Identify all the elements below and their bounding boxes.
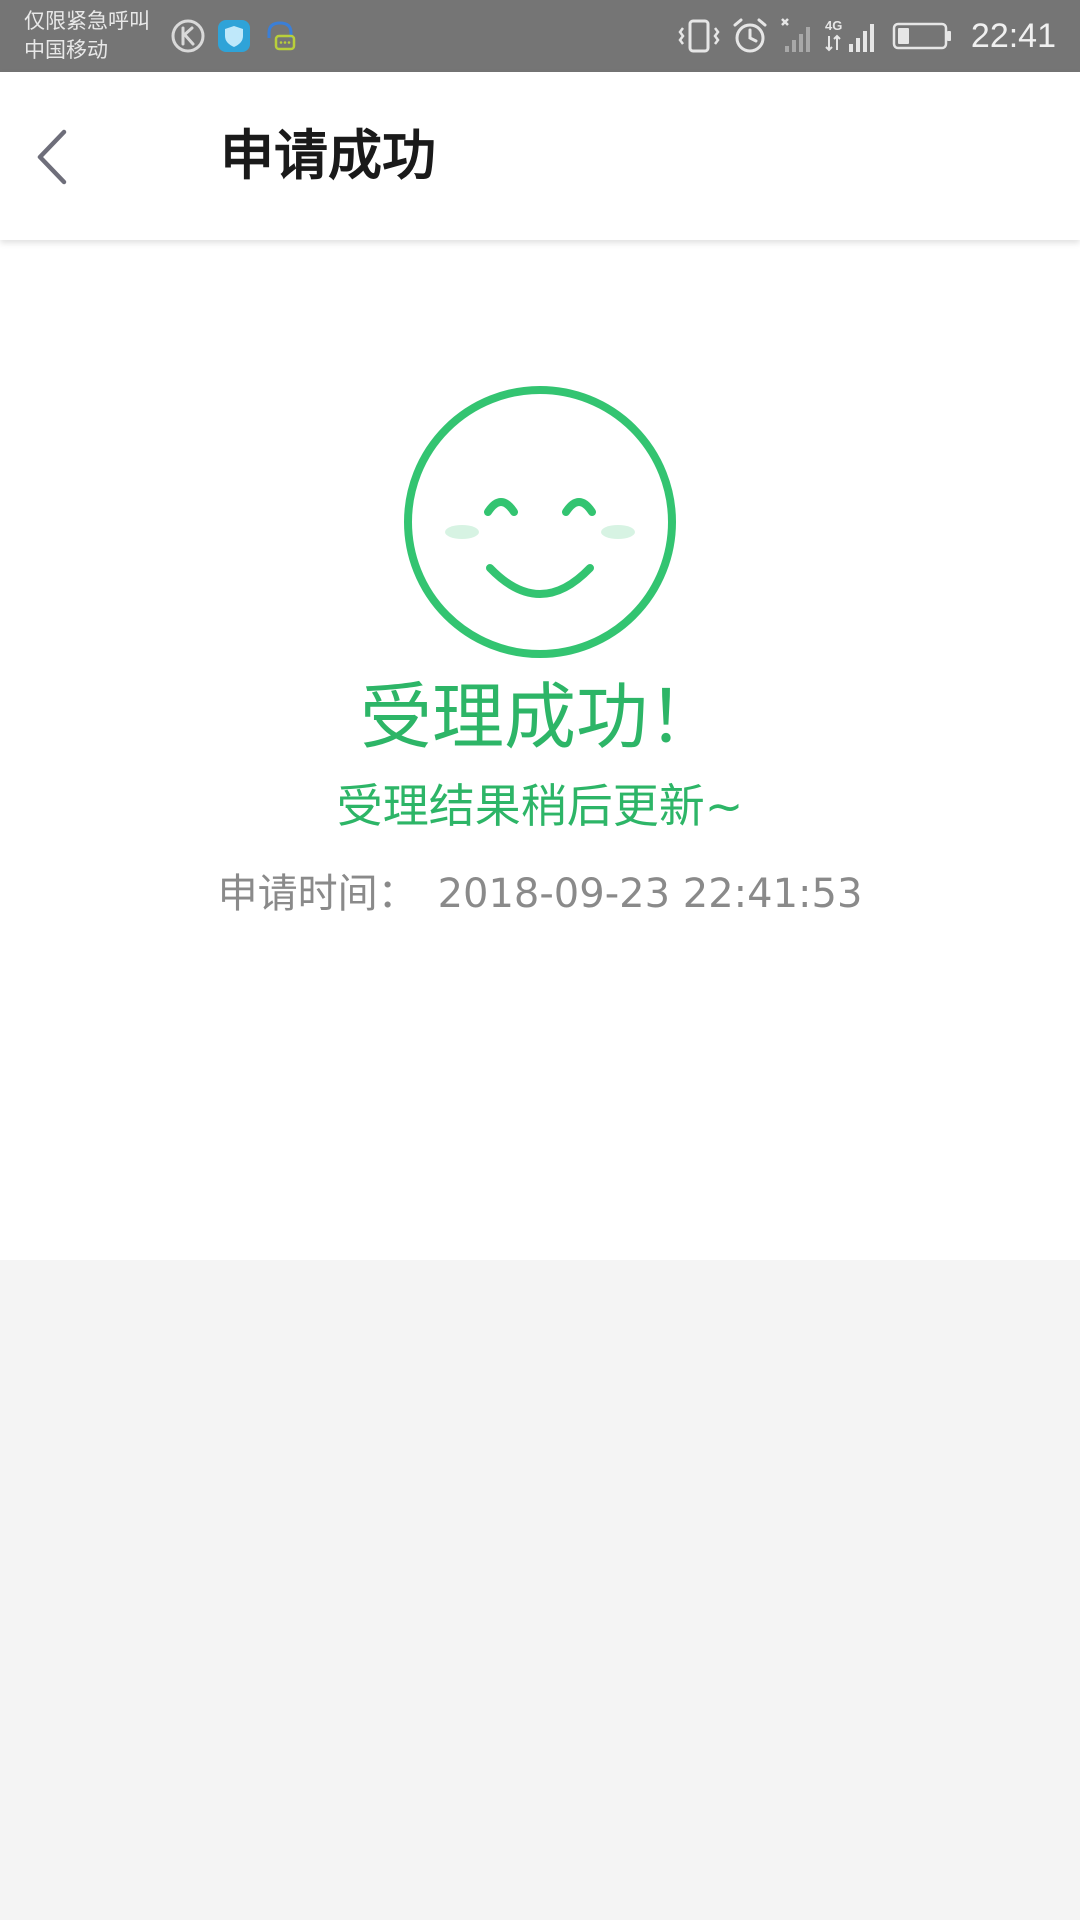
page-title: 申请成功 (220, 124, 436, 187)
smiley-face-icon (404, 386, 676, 658)
carrier-emergency-text: 仅限紧急呼叫 (24, 9, 150, 33)
back-button[interactable] (22, 122, 82, 192)
notification-icons (170, 16, 298, 56)
shield-app-icon (218, 20, 250, 52)
application-time-label: 申请时间： (217, 871, 418, 917)
k-circle-icon (171, 19, 205, 53)
application-time-value: 2018-09-23 22:41:53 (437, 871, 863, 917)
system-status-icons: 4G 22:41 (677, 0, 1056, 72)
headset-chat-icon (267, 21, 296, 51)
chevron-left-icon (37, 129, 67, 185)
success-title: 受理成功！ (359, 675, 720, 759)
battery-icon (892, 22, 951, 50)
4g-signal-icon: 4G (825, 18, 874, 52)
svg-text:4G: 4G (825, 18, 842, 33)
success-subtitle: 受理结果稍后更新~ (336, 779, 744, 833)
alarm-icon (733, 18, 767, 53)
application-time-row: 申请时间： 2018-09-23 22:41:53 (0, 866, 1080, 922)
carrier-info: 仅限紧急呼叫 中国移动 (24, 7, 150, 65)
status-bar: 仅限紧急呼叫 中国移动 4G 22:41 (0, 0, 1080, 72)
result-card: 受理成功！ 受理结果稍后更新~ 申请时间： 2018-09-23 22:41:53 (0, 240, 1080, 1260)
carrier-name: 中国移动 (24, 38, 108, 62)
app-header: 申请成功 (0, 72, 1080, 240)
sim-no-signal-icon (781, 18, 810, 52)
vibrate-icon (678, 19, 720, 53)
status-time: 22:41 (970, 16, 1056, 55)
